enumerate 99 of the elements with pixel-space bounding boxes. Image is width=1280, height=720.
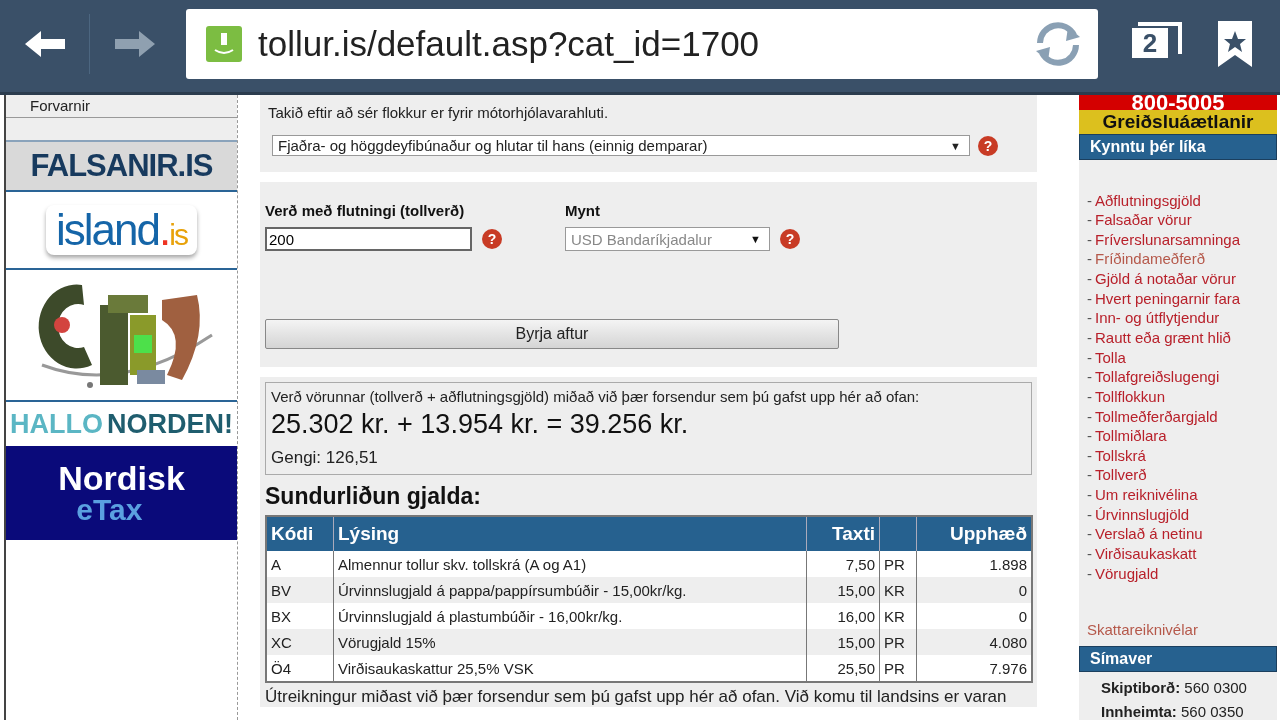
table-cell: Úrvinnslugjald á plastumbúðir - 16,00kr/kg.: [333, 603, 807, 629]
help-icon[interactable]: ?: [780, 229, 800, 249]
help-icon[interactable]: ?: [482, 229, 502, 249]
dash-mark: -: [1087, 466, 1092, 484]
table-cell: Almennur tollur skv. tollskrá (A og A1): [333, 551, 807, 577]
help-icon[interactable]: ?: [978, 135, 998, 156]
dash-mark: -: [1087, 446, 1092, 464]
section-header: Kynntu þér líka: [1079, 134, 1277, 161]
table-cell: PR: [879, 655, 917, 682]
tabs-icon[interactable]: [1136, 22, 1182, 56]
calculators-link[interactable]: Skattareiknivélar: [1087, 621, 1277, 638]
table-cell: 0: [916, 577, 1032, 603]
phone-banner[interactable]: 800-5005: [1079, 95, 1277, 111]
dash-mark: -: [1087, 250, 1092, 268]
etax-banner[interactable]: Nordisk eTax: [6, 446, 237, 540]
sidebar-link[interactable]: Úrvinnslugjöld: [1095, 505, 1190, 523]
result-total: 25.302 kr. + 13.954 kr. = 39.256 kr.: [271, 409, 690, 440]
sidebar-link[interactable]: Um reiknivélina: [1095, 486, 1198, 504]
site-icon: [206, 26, 242, 62]
column-header: Upphæð: [916, 516, 1032, 551]
sidebar-link[interactable]: Fríðindameðferð: [1095, 250, 1206, 268]
table-cell: 1.898: [916, 551, 1032, 577]
category-select[interactable]: Fjaðra- og höggdeyfibúnaður og hlutar til hans (einnig demparar) ▼: [272, 135, 970, 156]
dash-mark: -: [1087, 486, 1092, 504]
table-cell: BX: [266, 603, 334, 629]
dash-mark: -: [1087, 387, 1092, 405]
category-hint: Takið eftir að sér flokkur er fyrir mótorhjólavarahluti.: [268, 104, 610, 121]
sidebar-link[interactable]: Aðflutningsgjöld: [1095, 191, 1201, 209]
phone-line: Skiptiborð: 560 0300: [1101, 679, 1248, 696]
price-input[interactable]: 200: [265, 227, 472, 251]
payment-plan-banner[interactable]: Greiðsluáætlanir: [1079, 110, 1277, 135]
sidebar-link[interactable]: Gjöld á notaðar vörur: [1095, 270, 1236, 288]
sidebar-menu-item[interactable]: Forvarnir: [6, 95, 237, 118]
sidebar-link[interactable]: Vörugjald: [1095, 564, 1159, 582]
table-cell: 7,50: [806, 551, 880, 577]
column-header: Lýsing: [333, 516, 807, 551]
dash-mark: -: [1087, 329, 1092, 346]
dash-mark: -: [1087, 211, 1092, 229]
dash-mark: -: [1087, 525, 1092, 543]
table-cell: Úrvinnslugjald á pappa/pappírsumbúðir - 15,00kr/kg.: [333, 577, 807, 603]
table-cell: Virðisaukaskattur 25,5% VSK: [333, 655, 807, 682]
tab-count[interactable]: 2: [1132, 28, 1168, 58]
table-cell: KR: [879, 577, 917, 603]
sidebar-link[interactable]: Falsaðar vörur: [1095, 211, 1192, 229]
table-cell: Ö4: [266, 655, 334, 682]
section-header: Símaver: [1079, 646, 1277, 672]
sidebar-link[interactable]: Tollverð: [1095, 466, 1147, 484]
table-cell: Vörugjald 15%: [333, 629, 807, 655]
sidebar-link[interactable]: Tollafgreiðslugengi: [1095, 368, 1220, 386]
table-cell: 4.080: [916, 629, 1032, 655]
dash-mark: -: [1087, 368, 1092, 386]
result-intro: Verð vörunnar (tollverð + aðflutningsgjöld) miðað við þær forsendur sem þú gafst upp hér að ofan:: [271, 388, 921, 405]
table-cell: 15,00: [806, 629, 880, 655]
phone-line: Innheimta: 560 0350: [1101, 703, 1245, 720]
address-bar[interactable]: tollur.is/default.asp?cat_id=1700: [186, 9, 1098, 79]
breakdown-heading: Sundurliðun gjalda:: [265, 483, 482, 510]
dash-mark: -: [1087, 230, 1092, 248]
footnote-text: Útreikningur miðast við þær forsendur sem þú gafst upp hér að ofan. Við komu til landsins er varan: [265, 687, 1008, 707]
sidebar-link[interactable]: Hvert peningarnir fara: [1095, 289, 1241, 307]
sidebar-link[interactable]: Verslað á netinu: [1095, 525, 1203, 543]
table-cell: PR: [879, 551, 917, 577]
column-header: Kódi: [266, 516, 334, 551]
table-cell: PR: [879, 629, 917, 655]
table-cell: 0: [916, 603, 1032, 629]
sidebar-link[interactable]: Tollmeðferðargjald: [1095, 407, 1218, 425]
falsanir-banner[interactable]: FALSANIR.IS: [6, 142, 237, 192]
sidebar-link[interactable]: Tollmiðlara: [1095, 427, 1167, 445]
column-header: Taxti: [806, 516, 880, 551]
dash-mark: -: [1087, 191, 1092, 209]
table-cell: 7.976: [916, 655, 1032, 682]
price-label: Verð með flutningi (tollverð): [265, 202, 466, 219]
table-cell: BV: [266, 577, 334, 603]
sidebar-link[interactable]: Inn- og útflytjendur: [1095, 309, 1220, 327]
dash-mark: -: [1087, 348, 1092, 366]
dash-mark: -: [1087, 289, 1092, 307]
dash-mark: -: [1087, 564, 1092, 582]
sidebar-link[interactable]: Rautt eða grænt hlið: [1095, 329, 1231, 346]
reset-button[interactable]: Byrja aftur: [265, 319, 839, 349]
table-cell: A: [266, 551, 334, 577]
dash-mark: -: [1087, 545, 1092, 563]
table-cell: 25,50: [806, 655, 880, 682]
bookmark-icon[interactable]: [1218, 21, 1252, 67]
dash-mark: -: [1087, 309, 1092, 327]
exchange-rate: Gengi: 126,51: [271, 448, 379, 468]
table-cell: XC: [266, 629, 334, 655]
dash-mark: -: [1087, 505, 1092, 523]
table-cell: KR: [879, 603, 917, 629]
table-cell: 16,00: [806, 603, 880, 629]
currency-label: Mynt: [565, 202, 601, 219]
sidebar-link[interactable]: Tolla: [1095, 348, 1126, 366]
sidebar-link[interactable]: Virðisaukaskatt: [1095, 545, 1197, 563]
sidebar-link[interactable]: Tollflokkun: [1095, 387, 1166, 405]
dash-mark: -: [1087, 427, 1092, 445]
dash-mark: -: [1087, 407, 1092, 425]
sidebar-link[interactable]: Tollskrá: [1095, 446, 1146, 464]
table-cell: 15,00: [806, 577, 880, 603]
sidebar-link[interactable]: Fríverslunarsamninga: [1095, 230, 1241, 248]
url-text: tollur.is/default.asp?cat_id=1700: [258, 24, 761, 64]
dash-mark: -: [1087, 270, 1092, 288]
